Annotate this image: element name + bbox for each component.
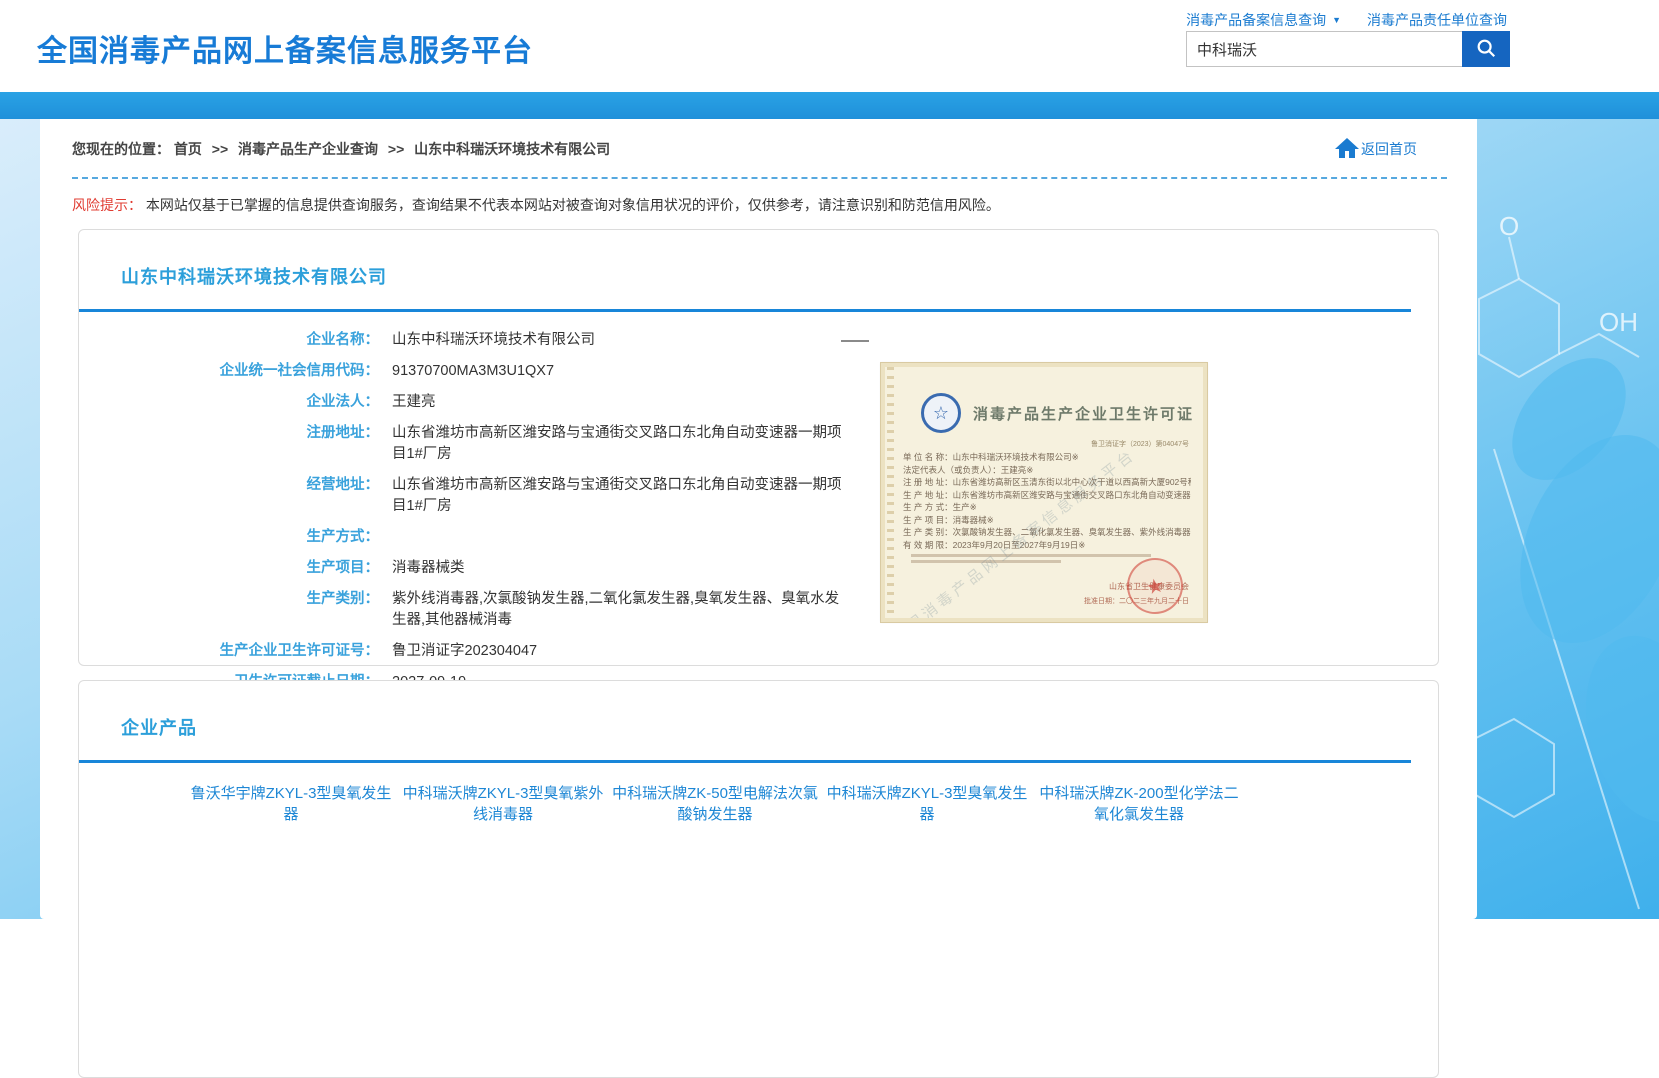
nav-link-responsible-unit-query[interactable]: 消毒产品责任单位查询 [1367, 10, 1507, 30]
search-input[interactable] [1186, 31, 1462, 67]
field-row: 生产类别： 紫外线消毒器,次氯酸钠发生器,二氧化氯发生器,臭氧发生器、臭氧水发生… [79, 584, 1438, 636]
certificate-border-ornament [887, 367, 894, 618]
breadcrumb-link-home[interactable]: 首页 [174, 141, 202, 157]
product-link[interactable]: 中科瑞沃牌ZK-50型电解法次氯酸钠发生器 [609, 783, 821, 825]
breadcrumb: 您现在的位置： 首页 >> 消毒产品生产企业查询 >> 山东中科瑞沃环境技术有限… [72, 139, 610, 159]
product-link[interactable]: 中科瑞沃牌ZKYL-3型臭氧紫外线消毒器 [397, 783, 609, 825]
breadcrumb-separator: >> [388, 141, 404, 157]
search-button[interactable] [1462, 31, 1510, 67]
field-value: 山东中科瑞沃环境技术有限公司 [379, 325, 851, 356]
field-row: 经营地址： 山东省潍坊市高新区潍安路与宝通街交叉路口东北角自动变速器一期项目1#… [79, 470, 1438, 522]
field-value: 王建亮 [379, 387, 851, 418]
molecule-background-graphic: O OH [1449, 119, 1659, 919]
dashed-divider [72, 177, 1447, 179]
field-label: 生产项目： [79, 553, 379, 584]
certificate-image: 全国消毒产品网上备案信息服务平台 ☆ 消毒产品生产企业卫生许可证 鲁卫消证字（2… [881, 363, 1207, 622]
breadcrumb-separator: >> [212, 141, 228, 157]
nav-link-record-info-query[interactable]: 消毒产品备案信息查询 ▼ [1186, 10, 1341, 30]
svg-text:O: O [1499, 211, 1519, 241]
field-label: 企业统一社会信用代码： [79, 356, 379, 387]
card-accent-rule [79, 309, 1411, 312]
products-list: 鲁沃华宇牌ZKYL-3型臭氧发生器 中科瑞沃牌ZKYL-3型臭氧紫外线消毒器 中… [79, 763, 1438, 843]
certificate-emblem-icon: ☆ [921, 393, 961, 433]
field-value: 紫外线消毒器,次氯酸钠发生器,二氧化氯发生器,臭氧发生器、臭氧水发生器,其他器械… [379, 584, 851, 636]
page-title: 全国消毒产品网上备案信息服务平台 [37, 26, 533, 70]
product-link[interactable]: 鲁沃华宇牌ZKYL-3型臭氧发生器 [185, 783, 397, 825]
field-value: 消毒器械类 [379, 553, 851, 584]
field-row: 生产企业卫生许可证号： 鲁卫消证字202304047 [79, 636, 1438, 667]
certificate-fineprint [911, 554, 1151, 557]
back-home-label: 返回首页 [1361, 139, 1417, 159]
products-title: 企业产品 [121, 714, 1438, 740]
content-wrapper: 您现在的位置： 首页 >> 消毒产品生产企业查询 >> 山东中科瑞沃环境技术有限… [40, 119, 1477, 919]
certificate-body: 单 位 名 称：山东中科瑞沃环境技术有限公司※ 法定代表人（或负责人）：王建亮※… [903, 451, 1191, 551]
risk-notice-label: 风险提示： [72, 197, 142, 213]
search-icon [1475, 37, 1497, 62]
field-label: 生产类别： [79, 584, 379, 636]
top-nav: 消毒产品备案信息查询 ▼ 消毒产品责任单位查询 [1186, 10, 1507, 30]
company-card: 山东中科瑞沃环境技术有限公司 企业名称： 山东中科瑞沃环境技术有限公司 企业统一… [78, 229, 1439, 666]
company-fields: 企业名称： 山东中科瑞沃环境技术有限公司 企业统一社会信用代码： 9137070… [79, 325, 1438, 698]
field-value: 山东省潍坊市高新区潍安路与宝通街交叉路口东北角自动变速器一期项目1#厂房 [379, 470, 851, 522]
risk-notice-text: 本网站仅基于已掌握的信息提供查询服务，查询结果不代表本网站对被查询对象信用状况的… [146, 197, 1000, 213]
field-label: 生产企业卫生许可证号： [79, 636, 379, 667]
field-row: 企业名称： 山东中科瑞沃环境技术有限公司 [79, 325, 1438, 356]
field-value [379, 522, 851, 553]
field-row: 企业法人： 王建亮 [79, 387, 1438, 418]
home-icon [1335, 138, 1359, 161]
company-title: 山东中科瑞沃环境技术有限公司 [121, 263, 1438, 289]
field-label: 经营地址： [79, 470, 379, 522]
svg-text:OH: OH [1599, 307, 1638, 337]
search-bar [1186, 31, 1510, 67]
products-card: 企业产品 鲁沃华宇牌ZKYL-3型臭氧发生器 中科瑞沃牌ZKYL-3型臭氧紫外线… [78, 680, 1439, 1078]
field-value: 山东省潍坊市高新区潍安路与宝通街交叉路口东北角自动变速器一期项目1#厂房 [379, 418, 851, 470]
image-placeholder-dash [841, 340, 869, 342]
breadcrumb-current: 山东中科瑞沃环境技术有限公司 [414, 141, 610, 157]
back-home-link[interactable]: 返回首页 [1335, 138, 1417, 161]
field-label: 生产方式： [79, 522, 379, 553]
header-divider-bar [0, 92, 1659, 119]
field-row: 生产项目： 消毒器械类 [79, 553, 1438, 584]
breadcrumb-prefix: 您现在的位置： [72, 141, 170, 157]
breadcrumb-link-enterprise-query[interactable]: 消毒产品生产企业查询 [238, 141, 378, 157]
product-link[interactable]: 中科瑞沃牌ZKYL-3型臭氧发生器 [821, 783, 1033, 825]
field-row: 企业统一社会信用代码： 91370700MA3M3U1QX7 [79, 356, 1438, 387]
field-label: 企业法人： [79, 387, 379, 418]
field-value: 91370700MA3M3U1QX7 [379, 356, 851, 387]
chevron-down-icon: ▼ [1332, 15, 1341, 25]
field-row: 生产方式： [79, 522, 1438, 553]
top-header: 全国消毒产品网上备案信息服务平台 消毒产品备案信息查询 ▼ 消毒产品责任单位查询 [0, 0, 1659, 92]
product-link[interactable]: 中科瑞沃牌ZK-200型化学法二氧化氯发生器 [1033, 783, 1245, 825]
field-label: 注册地址： [79, 418, 379, 470]
certificate-red-seal: ★ [1122, 553, 1188, 619]
field-value: 鲁卫消证字202304047 [379, 636, 851, 667]
field-label: 企业名称： [79, 325, 379, 356]
field-row: 注册地址： 山东省潍坊市高新区潍安路与宝通街交叉路口东北角自动变速器一期项目1#… [79, 418, 1438, 470]
risk-notice: 风险提示： 本网站仅基于已掌握的信息提供查询服务，查询结果不代表本网站对被查询对… [72, 195, 1445, 215]
